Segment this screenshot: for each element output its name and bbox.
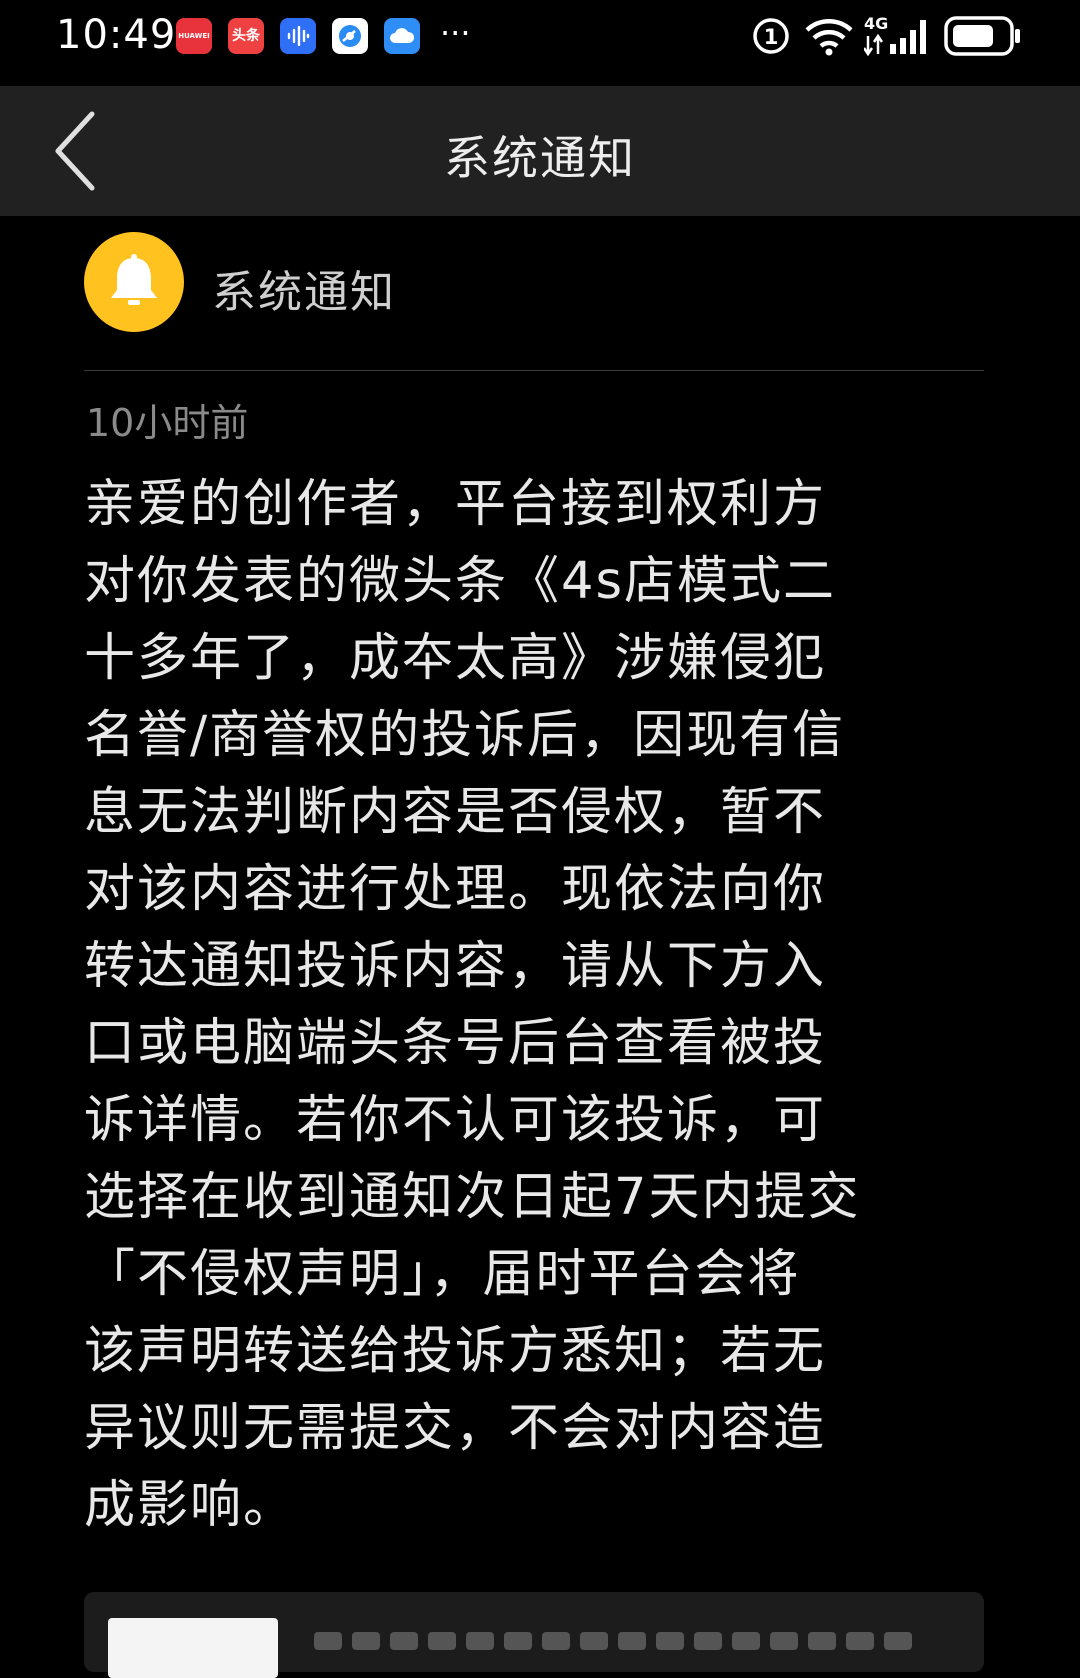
battery-icon: [944, 16, 1020, 56]
message-line: 选择在收到通知次日起7天内提交: [84, 1168, 861, 1227]
status-bar: 10:49 HUAWEI 头条 ··· 1 4G: [0, 0, 1080, 86]
card-thumbnail: [108, 1618, 278, 1678]
message-line: 亲爱的创作者，平台接到权利方: [84, 475, 827, 534]
message-line: 息无法判断内容是否侵权，暂不: [84, 783, 827, 842]
message-timestamp: 10小时前: [86, 401, 249, 445]
sender-row: 系统通知: [84, 232, 984, 332]
status-time: 10:49: [56, 12, 177, 58]
message-line: 口或电脑端头条号后台查看被投: [84, 1014, 827, 1073]
bell-icon: [111, 254, 157, 305]
message-line: 对你发表的微头条《4s店模式二: [84, 552, 837, 611]
message-line: 转达通知投诉内容，请从下方入: [84, 937, 827, 996]
sim-card-icon: 1: [753, 18, 789, 54]
message-line: 十多年了，成夲太高》涉嫌侵犯: [84, 629, 827, 688]
message-body: 亲爱的创作者，平台接到权利方 对你发表的微头条《4s店模式二 十多年了，成夲太高…: [84, 466, 1004, 1544]
title-bar: 系统通知: [0, 86, 1080, 216]
huawei-app-icon: HUAWEI: [176, 18, 212, 54]
message-line: 异议则无需提交，不会对内容造: [84, 1399, 827, 1458]
message-line: 诉详情。若你不认可该投诉，可: [84, 1091, 827, 1150]
card-text-cut-off: [314, 1632, 954, 1652]
toutiao-app-icon: 头条: [228, 18, 264, 54]
wifi-icon: [805, 19, 853, 56]
more-notifications-icon: ···: [440, 14, 471, 52]
cloud-app-icon: [384, 18, 420, 54]
message-line: 「不侵权声明」，届时平台会将: [84, 1245, 801, 1304]
message-line: 成影响。: [84, 1476, 297, 1535]
avatar: [84, 232, 184, 332]
sender-name: 系统通知: [212, 267, 396, 318]
page-title: 系统通知: [444, 131, 636, 185]
message-line: 对该内容进行处理。现依法向你: [84, 860, 827, 919]
message-line: 该声明转送给投诉方悉知；若无: [84, 1322, 827, 1381]
cellular-signal-icon: 4G: [864, 14, 934, 58]
voice-app-icon: [280, 18, 316, 54]
divider: [84, 370, 984, 371]
complaint-detail-card[interactable]: [84, 1592, 984, 1678]
svg-text:1: 1: [764, 25, 779, 49]
browser-app-icon: [332, 18, 368, 54]
message-line: 名誉/商誉权的投诉后，因现有信: [84, 706, 846, 765]
